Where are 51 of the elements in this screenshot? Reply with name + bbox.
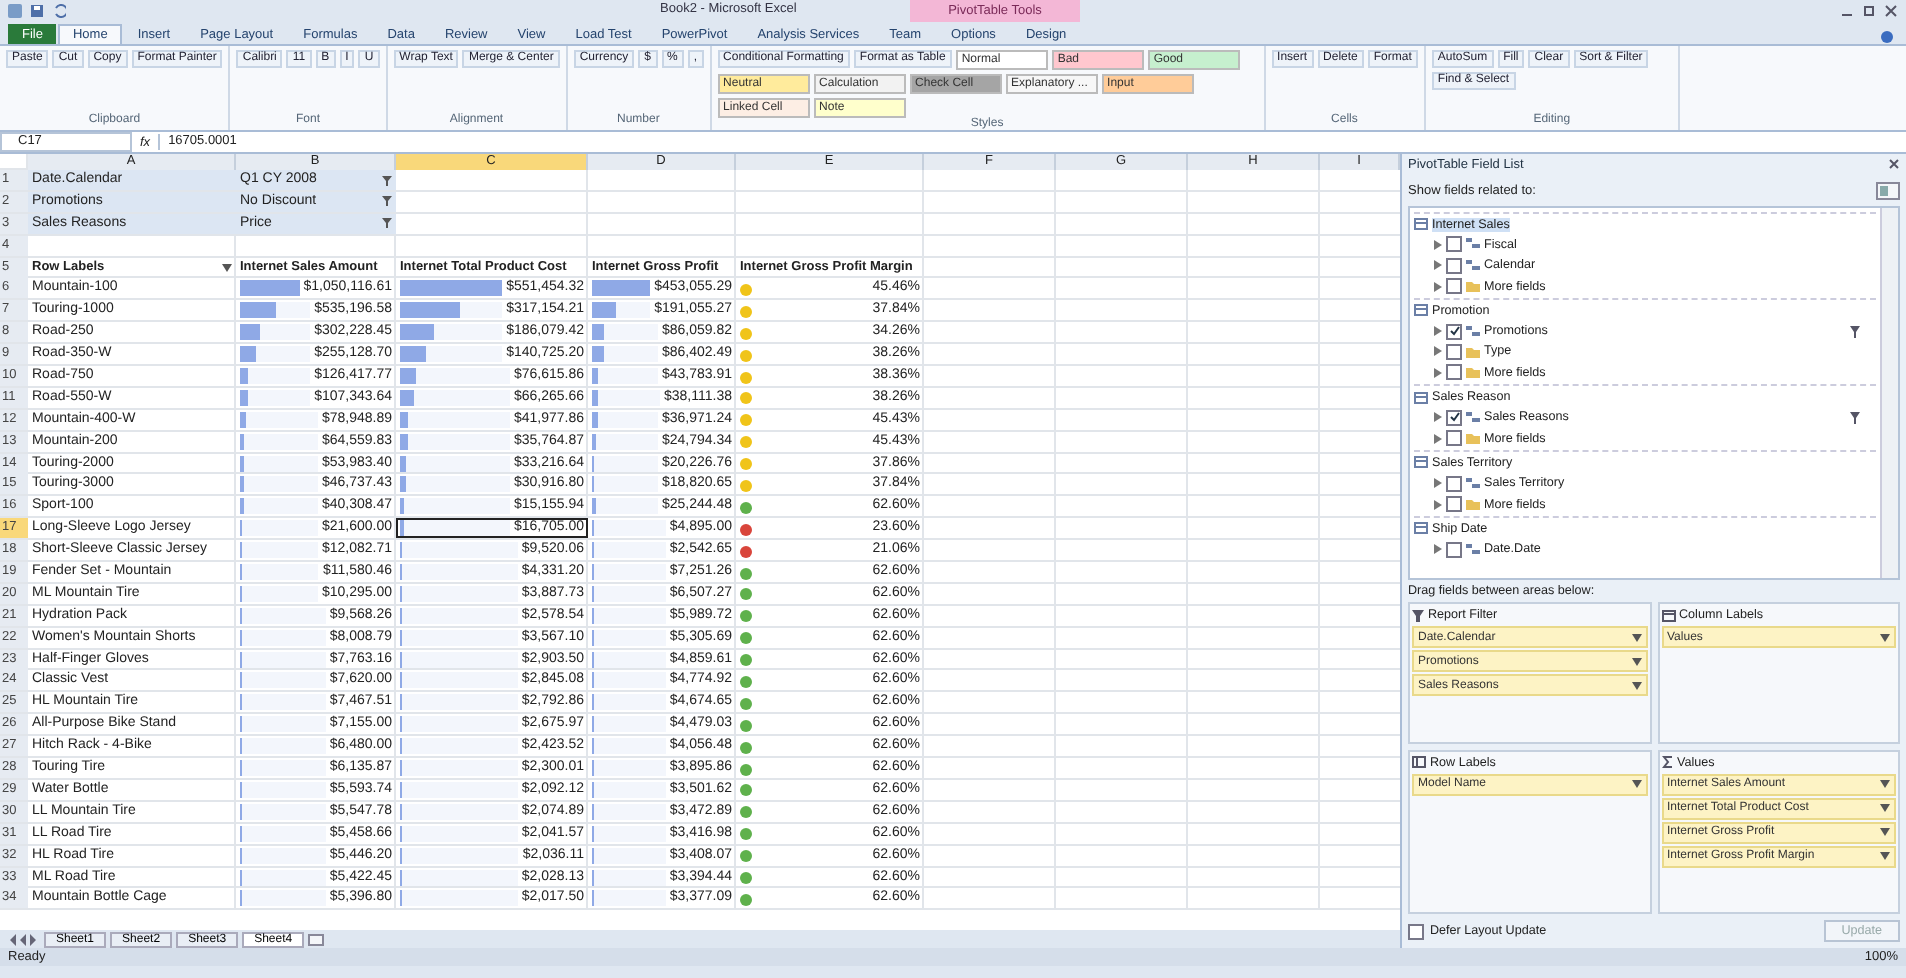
- checkbox[interactable]: [1446, 409, 1462, 426]
- dropdown-arrow-icon[interactable]: [1631, 780, 1641, 788]
- folder-icon: [1466, 498, 1480, 510]
- table-icon: [1414, 522, 1428, 535]
- checkbox[interactable]: [1446, 475, 1462, 492]
- checkbox[interactable]: [1408, 923, 1424, 939]
- checkbox[interactable]: [1446, 430, 1462, 447]
- dropdown-arrow-icon[interactable]: [1880, 804, 1890, 812]
- dropdown-arrow-icon[interactable]: [1880, 852, 1890, 860]
- dropdown-arrow-icon[interactable]: [1880, 828, 1890, 836]
- save-icon[interactable]: [30, 4, 44, 18]
- checkbox[interactable]: [1446, 343, 1462, 360]
- new-sheet-icon[interactable]: [308, 933, 325, 945]
- checkbox[interactable]: [1446, 257, 1462, 274]
- hierarchy-icon: [1466, 238, 1480, 251]
- hierarchy-icon: [1466, 325, 1480, 338]
- scrollbar[interactable]: [1880, 208, 1898, 578]
- rows-icon: [1412, 756, 1426, 768]
- table-icon: [1414, 304, 1428, 317]
- dropdown-arrow-icon[interactable]: [1880, 780, 1890, 788]
- table-icon: [1414, 391, 1428, 404]
- dropdown-arrow-icon[interactable]: [222, 263, 232, 272]
- columns-icon: [1661, 609, 1675, 621]
- dropdown-arrow-icon[interactable]: [1880, 633, 1890, 641]
- checkbox[interactable]: [1446, 364, 1462, 381]
- hierarchy-icon: [1466, 411, 1480, 424]
- funnel-icon: [1412, 609, 1424, 621]
- checkbox[interactable]: [1446, 541, 1462, 558]
- sheet-navigation-icon[interactable]: [8, 933, 40, 945]
- hierarchy-icon: [1466, 259, 1480, 272]
- layout-button-icon[interactable]: [1876, 181, 1900, 199]
- maximize-icon[interactable]: [1862, 4, 1876, 18]
- sigma-icon: [1661, 756, 1673, 768]
- dropdown-arrow-icon[interactable]: [1631, 681, 1641, 689]
- hierarchy-icon: [1466, 477, 1480, 490]
- table-icon: [1414, 456, 1428, 469]
- checkbox[interactable]: [1446, 236, 1462, 253]
- close-icon[interactable]: [1888, 158, 1900, 170]
- dropdown-arrow-icon[interactable]: [1631, 633, 1641, 641]
- dropdown-arrow-icon[interactable]: [1631, 657, 1641, 665]
- checkbox[interactable]: [1446, 278, 1462, 295]
- funnel-icon[interactable]: [382, 175, 392, 185]
- expand-arrow-icon[interactable]: [1434, 544, 1442, 555]
- checkbox[interactable]: [1446, 323, 1462, 340]
- checkbox[interactable]: [1446, 496, 1462, 512]
- table-icon: [1414, 218, 1428, 231]
- folder-icon: [1466, 432, 1480, 445]
- close-icon[interactable]: [1884, 4, 1898, 18]
- hierarchy-icon: [1466, 543, 1480, 556]
- undo-icon[interactable]: [52, 4, 66, 18]
- folder-icon: [1466, 280, 1480, 293]
